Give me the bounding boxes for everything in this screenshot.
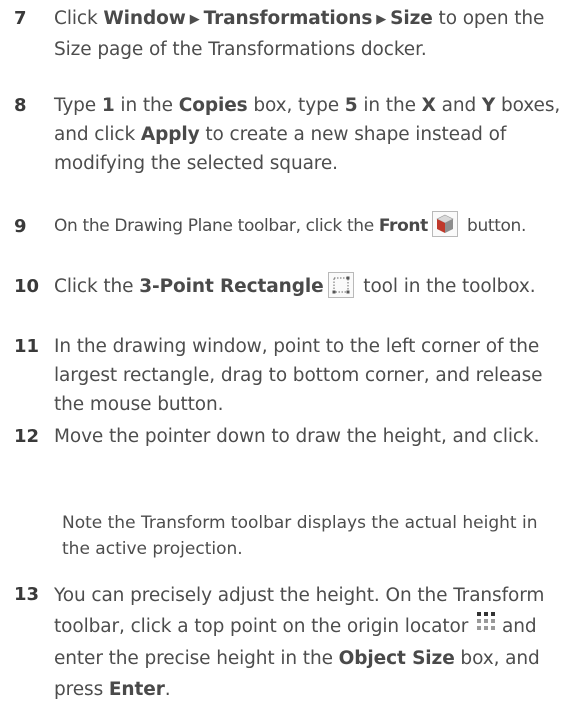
menu-size: Size [390, 8, 433, 29]
3-point-rectangle-icon [327, 272, 354, 298]
step-number: 10 [14, 276, 40, 297]
origin-locator-icon [476, 610, 496, 641]
note-text: Note the Transform toolbar displays the … [62, 513, 538, 559]
step-text: You can precisely adjust the height. On … [54, 585, 545, 700]
menu-arrow-icon: ▶ [376, 12, 387, 27]
step-text: Move the pointer down to draw the height… [54, 426, 540, 447]
menu-transformations: Transformations [203, 8, 373, 29]
step-text: Click Window ▶ Transformations ▶ Size to ope… [54, 8, 545, 60]
step-number: 7 [14, 8, 27, 29]
step-number: 13 [14, 584, 40, 605]
step-text: Click the 3-Point Rectangle tool in the … [54, 272, 576, 301]
menu-window: Window [103, 8, 186, 29]
step-number: 9 [14, 216, 27, 237]
front-plane-icon [431, 211, 458, 237]
instruction-page: 7 Click Window ▶ Transformations ▶ Size to o… [0, 0, 584, 717]
menu-arrow-icon: ▶ [189, 12, 200, 27]
step-text: Type 1 in the Copies box, type 5 in the … [54, 95, 561, 174]
step-number: 12 [14, 426, 40, 447]
step-number: 8 [14, 95, 27, 116]
step-number: 11 [14, 336, 40, 357]
step-text: In the drawing window, point to the left… [54, 336, 543, 415]
step-text: On the Drawing Plane toolbar, click the … [54, 211, 576, 241]
